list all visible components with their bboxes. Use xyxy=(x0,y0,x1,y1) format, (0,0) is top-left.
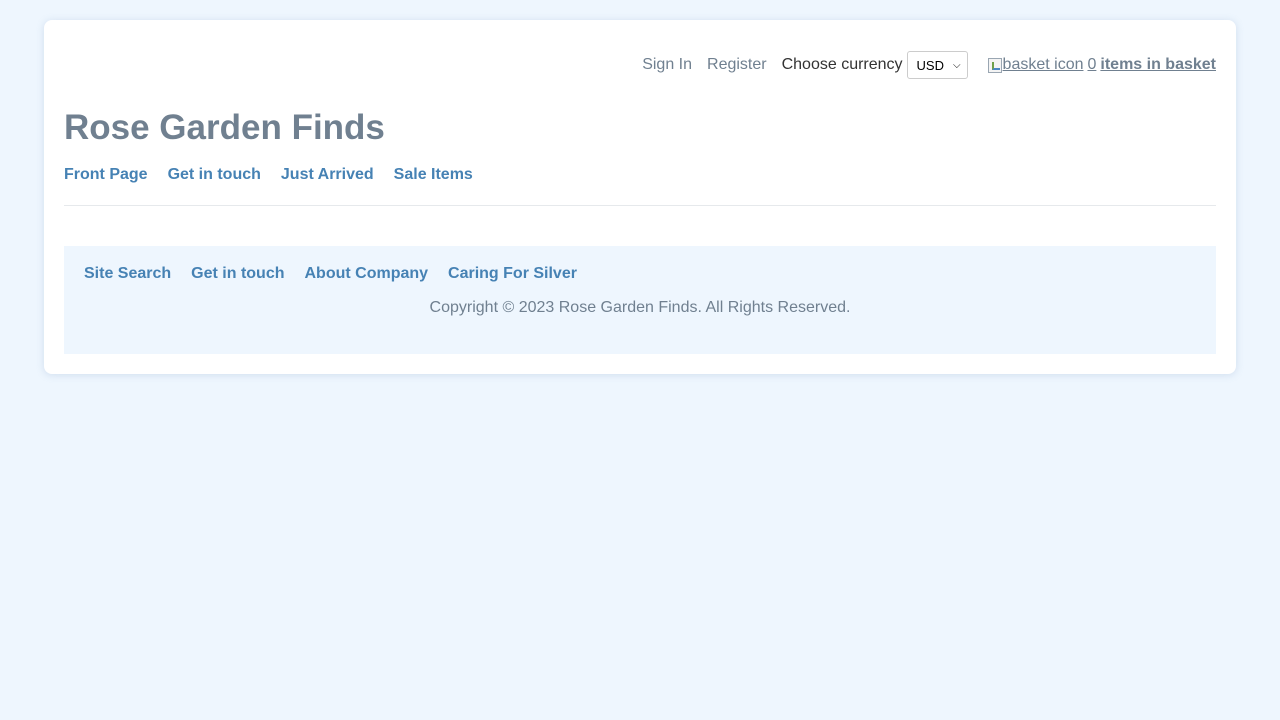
footer-link-site-search[interactable]: Site Search xyxy=(84,265,171,283)
footer-link-caring-for-silver[interactable]: Caring For Silver xyxy=(448,265,577,283)
main-nav: Front Page Get in touch Just Arrived Sal… xyxy=(64,166,493,184)
copyright-text: Copyright © 2023 Rose Garden Finds. All … xyxy=(429,299,851,316)
footer-nav: Site Search Get in touch About Company C… xyxy=(84,265,597,283)
broken-image-icon xyxy=(987,57,1002,73)
footer: Site Search Get in touch About Company C… xyxy=(64,246,1216,354)
basket-link[interactable]: basket icon 0 items in basket xyxy=(987,56,1216,74)
chevron-down-icon: ⌵ xyxy=(952,59,961,71)
currency-select[interactable]: USD ⌵ xyxy=(906,51,968,79)
nav-just-arrived[interactable]: Just Arrived xyxy=(281,166,374,184)
nav-front-page[interactable]: Front Page xyxy=(64,166,148,184)
footer-link-about-company[interactable]: About Company xyxy=(304,265,428,283)
nav-sale-items[interactable]: Sale Items xyxy=(394,166,473,184)
site-title: Rose Garden Finds xyxy=(64,108,385,147)
basket-icon-alt-text: basket icon xyxy=(1002,56,1084,73)
account-bar: Sign In Register Choose currency USD ⌵ b… xyxy=(627,50,1216,80)
basket-icon: basket icon xyxy=(987,56,1084,74)
register-link[interactable]: Register xyxy=(707,56,767,74)
sign-in-link[interactable]: Sign In xyxy=(642,56,692,74)
header-divider xyxy=(64,205,1216,206)
currency-selected-value: USD xyxy=(916,57,944,73)
page-card: Sign In Register Choose currency USD ⌵ b… xyxy=(44,20,1236,374)
currency-label: Choose currency xyxy=(781,56,903,73)
nav-get-in-touch[interactable]: Get in touch xyxy=(168,166,261,184)
footer-link-get-in-touch[interactable]: Get in touch xyxy=(191,265,284,283)
basket-items-label: items in basket xyxy=(1100,56,1216,73)
basket-count: 0 xyxy=(1087,56,1097,73)
